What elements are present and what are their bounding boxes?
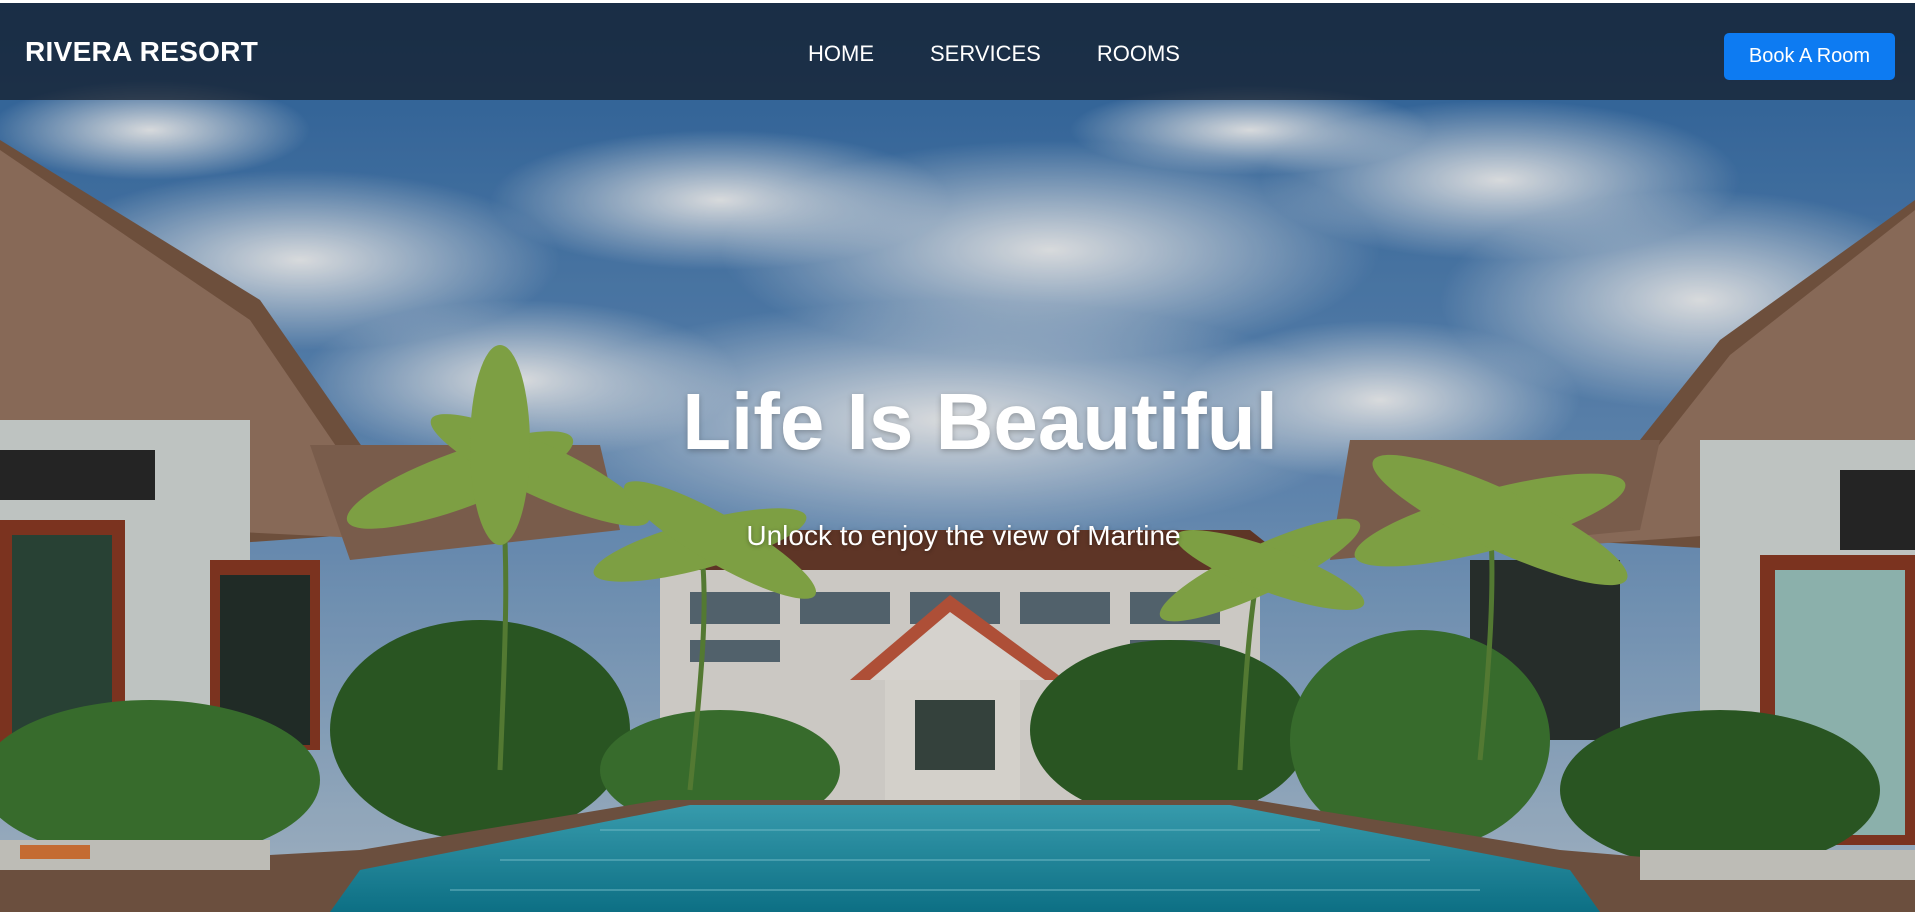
top-navbar: RIVERA RESORT HOME SERVICES ROOMS Book A… xyxy=(0,0,1915,100)
nav-link-home[interactable]: HOME xyxy=(808,41,874,67)
nav-links: HOME SERVICES ROOMS xyxy=(808,41,1180,67)
hero-headline: Life Is Beautiful xyxy=(682,377,1278,466)
nav-link-rooms[interactable]: ROOMS xyxy=(1097,41,1180,67)
hero-subheadline: Unlock to enjoy the view of Martine xyxy=(746,520,1181,551)
nav-link-services[interactable]: SERVICES xyxy=(930,41,1041,67)
brand-logo[interactable]: RIVERA RESORT xyxy=(25,36,258,68)
book-a-room-button[interactable]: Book A Room xyxy=(1724,33,1895,80)
